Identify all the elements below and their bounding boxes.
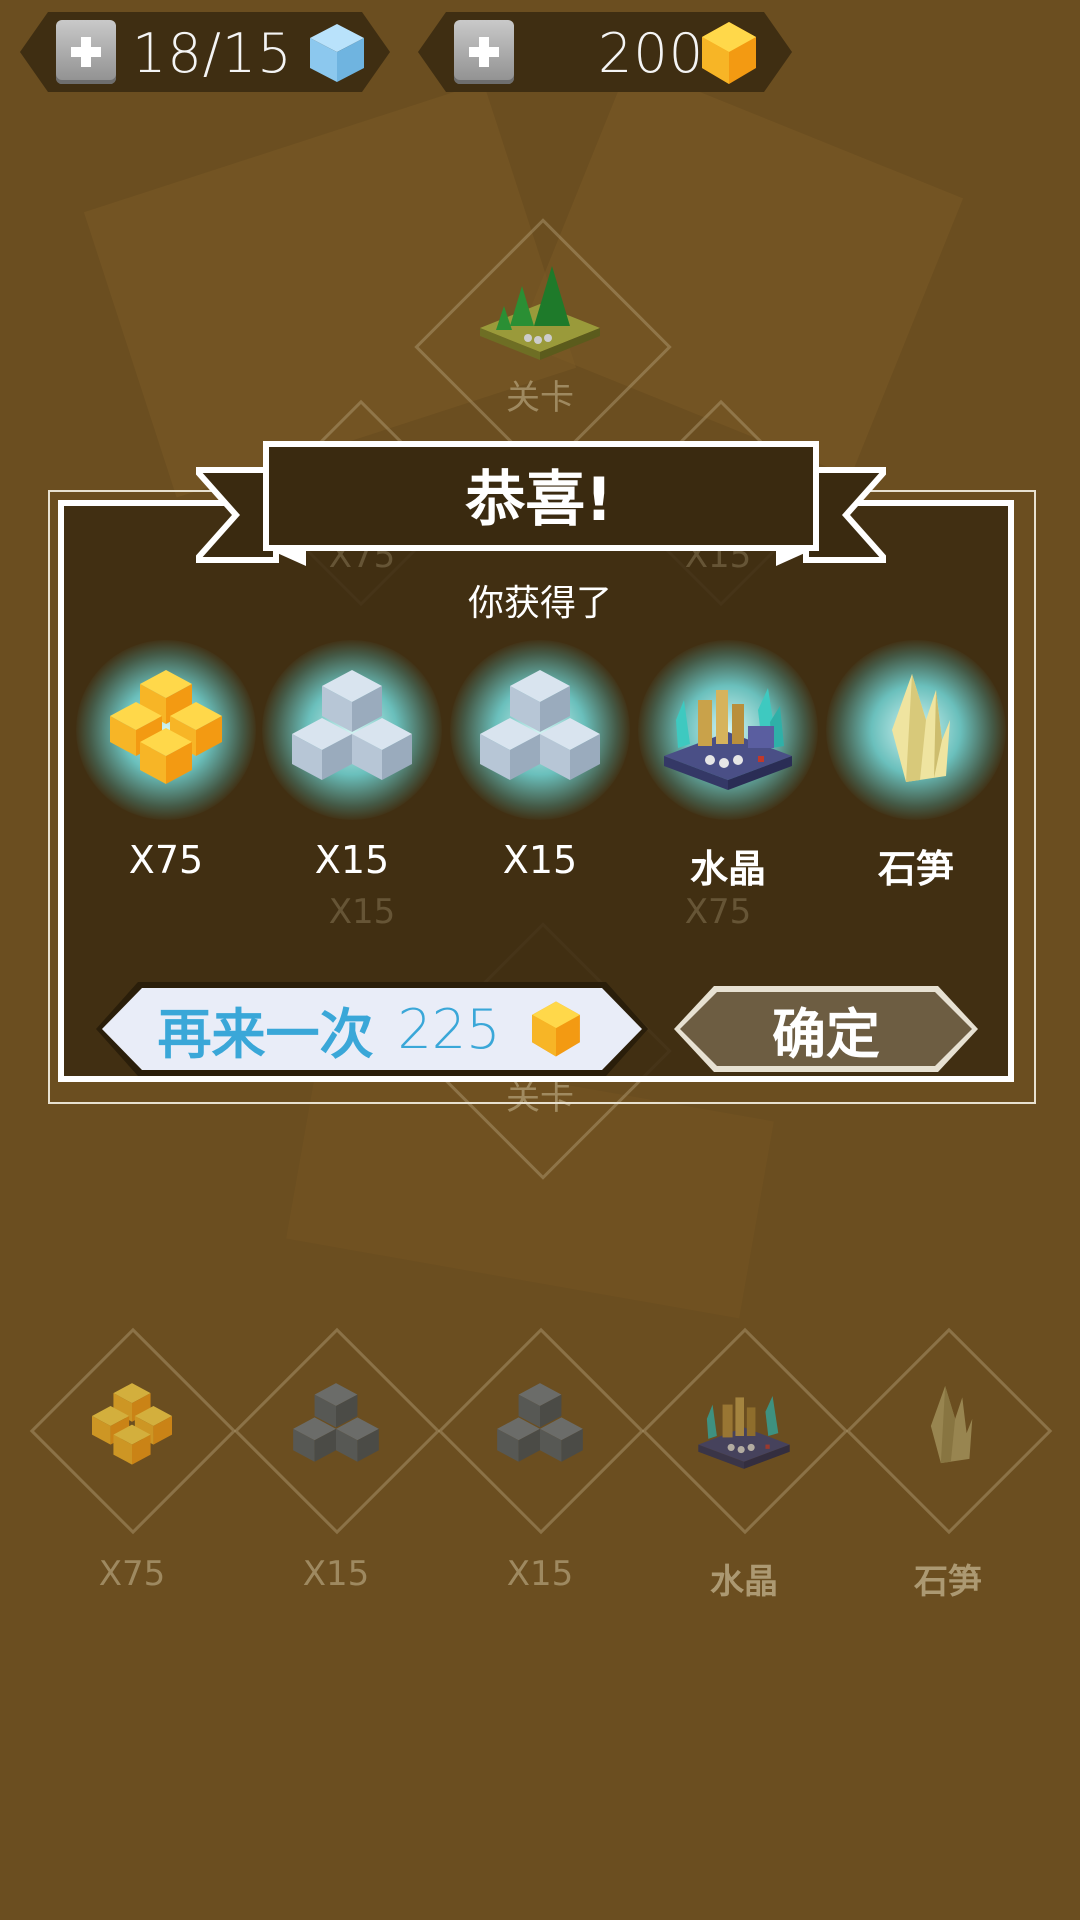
bottom-item-label: 石笋 [914, 1562, 982, 1602]
reward-label: 石笋 [877, 847, 954, 891]
bottom-item-label: X75 [98, 1554, 166, 1594]
energy-value: 18/15 [132, 22, 293, 85]
dark-cubes-icon [293, 1383, 379, 1462]
dialog-subtitle: 你获得了 [467, 583, 612, 624]
reward-label: X15 [314, 838, 390, 882]
faded-label: X75 [684, 892, 752, 932]
bottom-item-label: 水晶 [710, 1562, 778, 1602]
coin-value: 200 [598, 22, 705, 85]
crystal-scene-icon [664, 688, 792, 790]
blue-cube-icon [302, 18, 372, 88]
bottom-item-label: X15 [506, 1554, 574, 1594]
retry-button-label: 再来一次 [157, 1002, 374, 1066]
gold-cubes-icon [110, 670, 222, 784]
plus-icon [69, 35, 103, 69]
confirm-button[interactable]: 确定 [680, 992, 972, 1066]
plus-icon [467, 35, 501, 69]
reward-label: X15 [502, 838, 578, 882]
gold-cubes-icon [92, 1383, 172, 1465]
retry-button[interactable]: 再来一次 225 [102, 988, 642, 1070]
ice-cubes-icon [480, 670, 600, 780]
forest-level-icon [480, 266, 600, 360]
dialog-title: 恭喜! [465, 464, 613, 535]
stalagmite-icon [930, 1386, 973, 1464]
gold-gem-icon [694, 18, 764, 88]
add-coins-button[interactable] [454, 20, 514, 84]
add-energy-button[interactable] [56, 20, 116, 84]
bottom-item-label: X15 [302, 1554, 370, 1594]
ice-cubes-icon [292, 670, 412, 780]
faded-label: X15 [328, 892, 396, 932]
level-label: 关卡 [506, 378, 574, 418]
gold-gem-icon [525, 998, 587, 1060]
reward-label: X75 [128, 838, 204, 882]
coin-counter: 200 [418, 12, 792, 92]
crystal-scene-icon [698, 1396, 790, 1469]
dark-cubes-icon [497, 1383, 583, 1462]
energy-counter: 18/15 [20, 12, 390, 92]
retry-cost: 225 [397, 997, 501, 1061]
stalagmite-icon [892, 674, 950, 782]
reward-label: 水晶 [689, 847, 766, 891]
